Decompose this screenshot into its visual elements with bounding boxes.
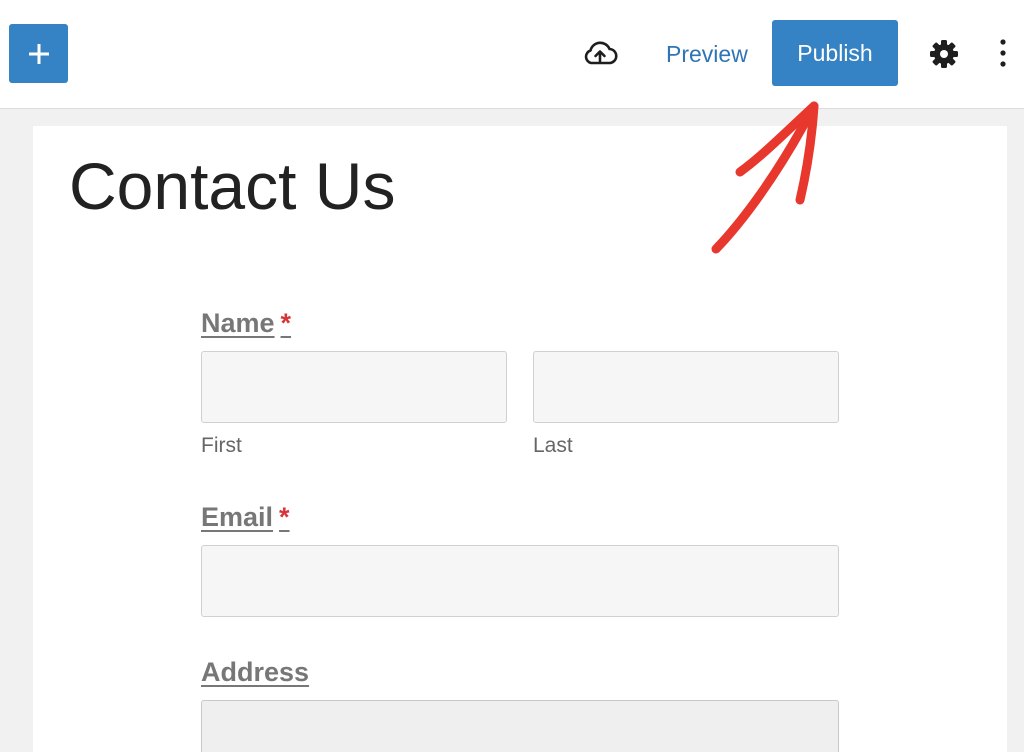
plus-icon bbox=[28, 43, 49, 64]
required-marker: * bbox=[279, 502, 290, 532]
address-input[interactable] bbox=[201, 700, 839, 752]
email-input[interactable] bbox=[201, 545, 839, 617]
last-name-sublabel: Last bbox=[533, 434, 573, 457]
gear-icon[interactable] bbox=[928, 38, 960, 70]
page-title[interactable]: Contact Us bbox=[69, 144, 395, 228]
first-name-sublabel: First bbox=[201, 434, 242, 457]
address-label: Address bbox=[201, 657, 310, 687]
required-marker: * bbox=[280, 308, 292, 338]
last-name-input[interactable] bbox=[533, 351, 839, 423]
preview-button[interactable]: Preview bbox=[660, 36, 754, 72]
add-block-button[interactable] bbox=[9, 24, 68, 83]
publish-button[interactable]: Publish bbox=[772, 20, 898, 86]
editor-toolbar: Preview Publish bbox=[0, 0, 1024, 109]
name-label: Name * bbox=[201, 308, 291, 339]
first-name-input[interactable] bbox=[201, 351, 507, 423]
vertical-ellipsis-icon[interactable] bbox=[996, 36, 1010, 72]
name-label-text: Name bbox=[201, 308, 275, 338]
email-label-text: Email bbox=[201, 502, 274, 532]
cloud-upload-icon[interactable] bbox=[582, 38, 618, 68]
editor-canvas: Contact Us Name * First Last Email * Addre… bbox=[33, 126, 1007, 752]
email-label: Email * bbox=[201, 502, 290, 533]
